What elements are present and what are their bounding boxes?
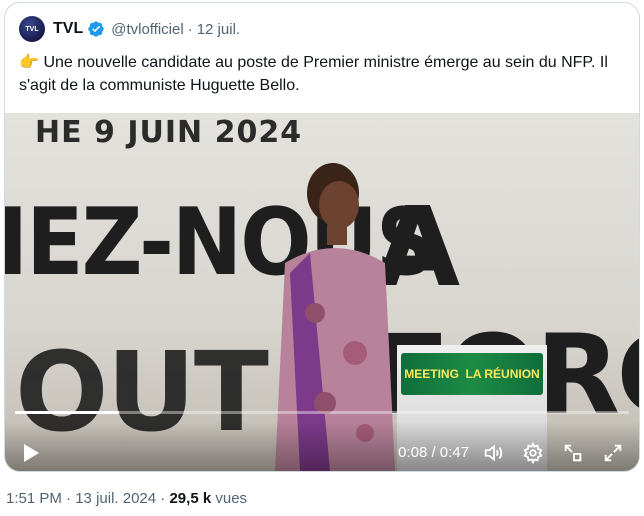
tweet-body: Une nouvelle candidate au poste de Premi… bbox=[19, 54, 608, 94]
avatar-text: TVL bbox=[25, 25, 39, 33]
settings-button[interactable] bbox=[521, 441, 545, 465]
meta-separator-1: · bbox=[66, 490, 72, 507]
banner-date-text: HE 9 JUIN 2024 bbox=[35, 115, 303, 150]
tweet-time[interactable]: 1:51 PM bbox=[6, 490, 62, 507]
tweet-meta: 1:51 PM · 13 juil. 2024 · 29,5 k vues bbox=[6, 490, 247, 507]
pip-button[interactable] bbox=[561, 441, 585, 465]
video-player[interactable]: HE 9 JUIN 2024 IEZ-NOUS A FORC OUT MEETI… bbox=[5, 113, 639, 471]
video-controls: 0:08 / 0:47 bbox=[5, 421, 639, 471]
tweet-text: 👉 Une nouvelle candidate au poste de Pre… bbox=[19, 51, 619, 97]
tweet-full-date[interactable]: 13 juil. 2024 bbox=[75, 490, 156, 507]
tweet-date[interactable]: 12 juil. bbox=[197, 21, 240, 38]
volume-icon bbox=[484, 444, 503, 462]
video-progress-fill bbox=[15, 411, 120, 414]
fullscreen-icon bbox=[604, 444, 622, 462]
lectern-sign-left: MEETING bbox=[404, 367, 459, 381]
header-separator: · bbox=[187, 20, 193, 38]
tweet-card[interactable]: TVL TVL @tvlofficiel · 12 juil. 👉 Une no… bbox=[4, 2, 640, 472]
gear-icon bbox=[523, 442, 543, 464]
play-button[interactable] bbox=[19, 441, 43, 465]
verified-badge-icon bbox=[88, 21, 104, 37]
time-display: 0:08 / 0:47 bbox=[398, 444, 469, 461]
meta-separator-2: · bbox=[160, 490, 166, 507]
avatar[interactable]: TVL bbox=[19, 16, 45, 42]
pointing-hand-emoji: 👉 bbox=[19, 54, 39, 71]
lectern-sign: MEETING LA RÉUNION bbox=[401, 353, 543, 395]
views-count: 29,5 k bbox=[169, 490, 212, 507]
author-handle[interactable]: @tvlofficiel bbox=[111, 21, 183, 38]
views-label: vues bbox=[215, 490, 248, 507]
fullscreen-button[interactable] bbox=[601, 441, 625, 465]
play-icon bbox=[24, 444, 39, 462]
pip-icon bbox=[564, 444, 582, 462]
author-name[interactable]: TVL bbox=[53, 20, 83, 38]
video-progress-bar[interactable] bbox=[15, 411, 629, 414]
volume-button[interactable] bbox=[481, 441, 505, 465]
tweet-header: TVL TVL @tvlofficiel · 12 juil. bbox=[19, 15, 240, 43]
lectern-sign-right: LA RÉUNION bbox=[465, 367, 540, 381]
